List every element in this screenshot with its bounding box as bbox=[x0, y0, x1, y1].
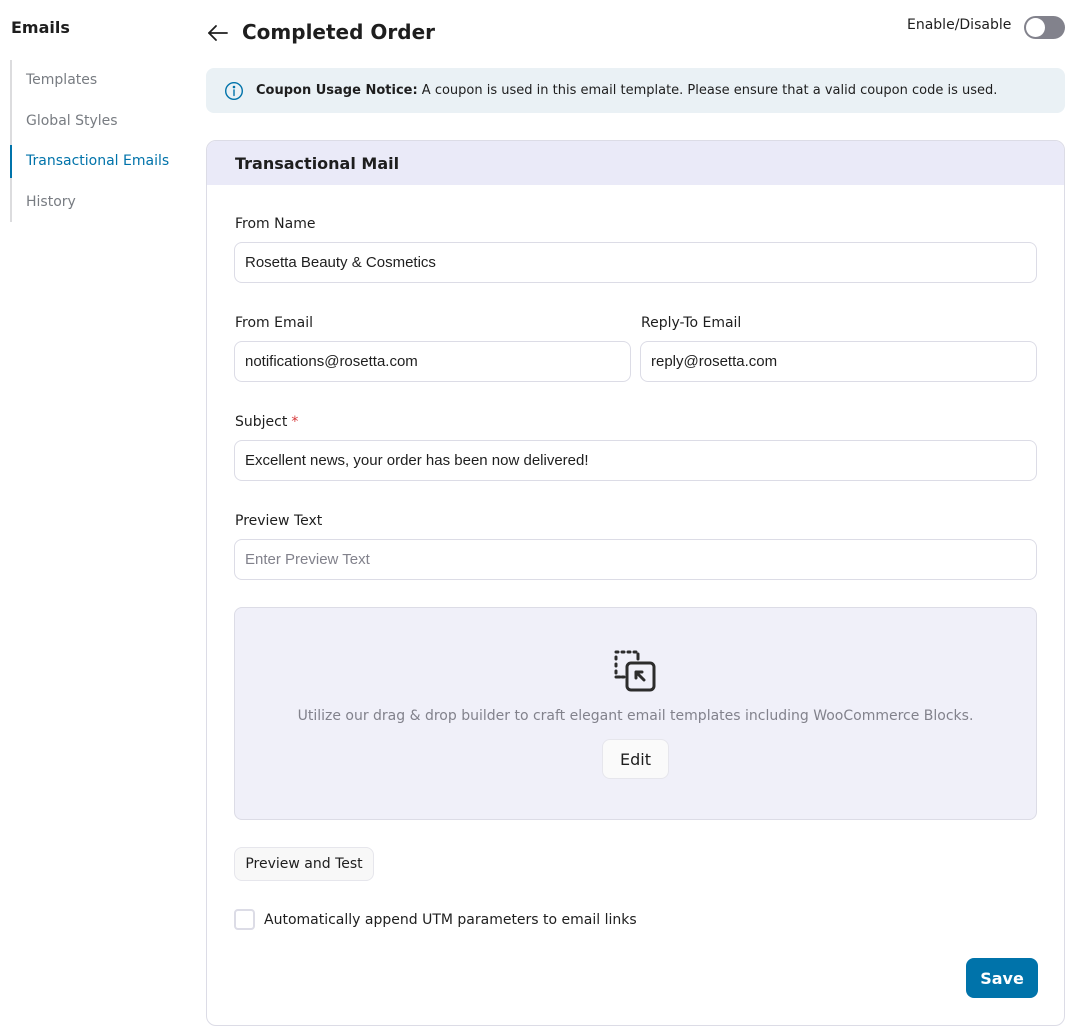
save-button[interactable]: Save bbox=[966, 958, 1038, 998]
reply-to-email-label: Reply-To Email bbox=[641, 315, 742, 331]
info-circle-icon bbox=[224, 81, 244, 101]
required-mark: * bbox=[291, 414, 299, 430]
from-email-input[interactable] bbox=[234, 341, 631, 382]
utm-label: Automatically append UTM parameters to e… bbox=[264, 911, 637, 928]
sidebar-item-global-styles[interactable]: Global Styles bbox=[12, 101, 190, 142]
sidebar-item-history[interactable]: History bbox=[12, 182, 190, 223]
reply-to-email-input[interactable] bbox=[640, 341, 1037, 382]
from-name-label: From Name bbox=[235, 216, 316, 232]
sidebar-title: Emails bbox=[11, 18, 70, 37]
drag-drop-select-icon bbox=[611, 646, 659, 694]
page-title: Completed Order bbox=[242, 20, 436, 44]
toggle-knob bbox=[1026, 18, 1045, 37]
utm-checkbox[interactable] bbox=[234, 909, 255, 930]
utm-checkbox-row[interactable]: Automatically append UTM parameters to e… bbox=[234, 909, 637, 930]
edit-button[interactable]: Edit bbox=[602, 739, 669, 779]
subject-input[interactable] bbox=[234, 440, 1037, 481]
drag-drop-builder-panel: Utilize our drag & drop builder to craft… bbox=[234, 607, 1037, 820]
sidebar-item-templates[interactable]: Templates bbox=[12, 60, 190, 101]
notice-title: Coupon Usage Notice: bbox=[256, 83, 418, 98]
enable-disable-toggle[interactable] bbox=[1024, 16, 1065, 39]
sidebar-nav: Templates Global Styles Transactional Em… bbox=[10, 60, 190, 222]
arrow-left-icon[interactable] bbox=[206, 21, 230, 45]
subject-label: Subject * bbox=[235, 414, 298, 430]
preview-text-input[interactable] bbox=[234, 539, 1037, 580]
from-name-input[interactable] bbox=[234, 242, 1037, 283]
sidebar-item-transactional-emails[interactable]: Transactional Emails bbox=[10, 141, 190, 182]
from-email-label: From Email bbox=[235, 315, 313, 331]
preview-text-label: Preview Text bbox=[235, 513, 323, 529]
card-title: Transactional Mail bbox=[207, 141, 1064, 185]
transactional-mail-card: Transactional Mail From Name From Email … bbox=[206, 140, 1065, 1026]
builder-description: Utilize our drag & drop builder to craft… bbox=[297, 708, 974, 724]
enable-disable-label: Enable/Disable bbox=[907, 17, 1012, 33]
notice-text: Coupon Usage Notice: A coupon is used in… bbox=[256, 83, 997, 98]
coupon-usage-notice: Coupon Usage Notice: A coupon is used in… bbox=[206, 68, 1065, 113]
preview-and-test-button[interactable]: Preview and Test bbox=[234, 847, 374, 881]
notice-message: A coupon is used in this email template.… bbox=[417, 83, 998, 98]
subject-label-text: Subject bbox=[235, 414, 288, 430]
